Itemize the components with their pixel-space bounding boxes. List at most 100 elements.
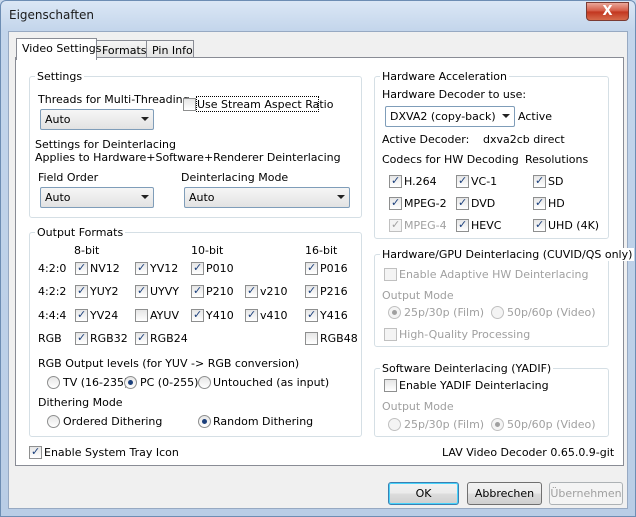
title-bar: Eigenschaften X — [1, 1, 635, 31]
field-order-label: Field Order — [38, 171, 99, 184]
rgb32-checkbox[interactable] — [75, 331, 88, 345]
mpeg4-checkbox[interactable] — [389, 218, 402, 232]
row-label-420: 4:2:0 — [38, 262, 67, 275]
sd-checkbox[interactable] — [533, 174, 546, 188]
h264-checkbox[interactable] — [389, 174, 402, 188]
rgb24-checkbox[interactable] — [135, 331, 148, 345]
y410-label: Y410 — [206, 309, 234, 322]
vc1-label: VC-1 — [471, 175, 498, 188]
hw-output-mode-label: Output Mode — [382, 289, 454, 302]
deinterlacing-subtitle: Applies to Hardware+Software+Renderer De… — [35, 151, 341, 164]
rgb24-label: RGB24 — [150, 332, 188, 345]
uyvy-label: UYVY — [150, 285, 180, 298]
aspect-ratio-label: Use Stream Aspect Ratio — [197, 98, 334, 111]
uhd-checkbox[interactable] — [533, 218, 546, 232]
pc-levels-radio[interactable] — [124, 376, 137, 389]
tab-video-settings[interactable]: Video Settings — [16, 38, 101, 60]
output-formats-title: Output Formats — [35, 226, 126, 239]
ordered-dithering-radio[interactable] — [47, 415, 60, 428]
dithering-mode-label: Dithering Mode — [38, 396, 123, 409]
tab-label: Pin Info — [152, 44, 193, 57]
random-dithering-radio[interactable] — [198, 415, 211, 428]
y416-checkbox[interactable] — [305, 308, 318, 322]
yv24-label: YV24 — [90, 309, 119, 322]
hw-50p-radio[interactable] — [491, 306, 504, 319]
rgb48-checkbox[interactable] — [305, 332, 318, 345]
close-button[interactable]: X — [586, 2, 629, 21]
window-title: Eigenschaften — [9, 8, 95, 22]
mpeg2-checkbox[interactable] — [389, 196, 402, 210]
tv-levels-radio[interactable] — [47, 376, 60, 389]
tv-levels-label: TV (16-235) — [63, 376, 129, 389]
uyvy-checkbox[interactable] — [135, 284, 148, 298]
active-decoder-label: Active Decoder: — [382, 133, 470, 146]
random-dithering-label: Random Dithering — [213, 415, 314, 428]
cancel-button[interactable]: Abbrechen — [467, 482, 542, 505]
v410-label: v410 — [260, 309, 288, 322]
untouched-levels-radio[interactable] — [198, 376, 211, 389]
ok-button[interactable]: OK — [388, 482, 459, 505]
ayuv-checkbox[interactable] — [135, 309, 148, 322]
hw-decoder-label: Hardware Decoder to use: — [382, 88, 527, 101]
row-label-rgb: RGB — [38, 332, 62, 345]
hw-deint-title: Hardware/GPU Deinterlacing (CUVID/QS onl… — [380, 248, 635, 261]
uhd-label: UHD (4K) — [548, 219, 600, 232]
sw-25p-radio[interactable] — [388, 418, 401, 431]
sw-50p-radio[interactable] — [491, 418, 504, 431]
apply-button[interactable]: Übernehmen — [549, 482, 623, 505]
yuy2-checkbox[interactable] — [75, 284, 88, 298]
v210-checkbox[interactable] — [245, 284, 258, 298]
hw-deint-enable-label: Enable Adaptive HW Deinterlacing — [399, 268, 589, 281]
chevron-down-icon — [502, 114, 510, 118]
chevron-down-icon — [337, 195, 345, 199]
chevron-down-icon — [141, 195, 149, 199]
p010-label: P010 — [206, 262, 234, 275]
untouched-levels-label: Untouched (as input) — [213, 376, 330, 389]
hevc-label: HEVC — [471, 219, 502, 232]
high-quality-checkbox[interactable] — [384, 328, 397, 341]
system-tray-label: Enable System Tray Icon — [44, 446, 179, 459]
sw-25p-label: 25p/30p (Film) — [404, 418, 485, 431]
vc1-checkbox[interactable] — [456, 174, 469, 188]
active-decoder-value: dxva2cb direct — [483, 133, 565, 146]
y410-checkbox[interactable] — [191, 308, 204, 322]
hd-checkbox[interactable] — [533, 196, 546, 210]
hw-25p-radio[interactable] — [388, 306, 401, 319]
threads-dropdown[interactable]: Auto — [40, 109, 154, 130]
yv24-checkbox[interactable] — [75, 308, 88, 322]
threads-value: Auto — [45, 113, 71, 126]
system-tray-checkbox[interactable] — [29, 445, 42, 459]
nv12-label: NV12 — [90, 262, 120, 275]
ordered-dithering-label: Ordered Dithering — [63, 415, 163, 428]
rgb32-label: RGB32 — [90, 332, 128, 345]
hw-accel-title: Hardware Acceleration — [380, 70, 509, 83]
dvd-checkbox[interactable] — [456, 196, 469, 210]
yv12-checkbox[interactable] — [135, 261, 148, 275]
high-quality-label: High-Quality Processing — [399, 328, 531, 341]
deinterlacing-mode-label: Deinterlacing Mode — [181, 171, 289, 184]
p010-checkbox[interactable] — [191, 261, 204, 275]
field-order-dropdown[interactable]: Auto — [40, 187, 154, 208]
yadif-enable-checkbox[interactable] — [384, 379, 397, 392]
hevc-checkbox[interactable] — [456, 218, 469, 232]
header-8bit: 8-bit — [74, 244, 100, 257]
v410-checkbox[interactable] — [245, 308, 258, 322]
p210-checkbox[interactable] — [191, 284, 204, 298]
deinterlacing-title: Settings for Deinterlacing — [35, 138, 176, 151]
p016-checkbox[interactable] — [305, 261, 318, 275]
hw-25p-label: 25p/30p (Film) — [404, 306, 485, 319]
settings-group-title: Settings — [35, 70, 85, 83]
nv12-checkbox[interactable] — [75, 261, 88, 275]
p210-label: P210 — [206, 285, 234, 298]
deinterlacing-mode-dropdown[interactable]: Auto — [184, 187, 350, 208]
hw-deint-enable-checkbox[interactable] — [384, 268, 397, 281]
hd-label: HD — [548, 197, 565, 210]
header-10bit: 10-bit — [191, 244, 224, 257]
hw-decoder-dropdown[interactable]: DXVA2 (copy-back) — [385, 106, 515, 127]
yadif-enable-label: Enable YADIF Deinterlacing — [399, 379, 549, 392]
aspect-ratio-checkbox[interactable] — [183, 98, 196, 111]
hw-50p-label: 50p/60p (Video) — [507, 306, 596, 319]
header-16bit: 16-bit — [305, 244, 338, 257]
p216-checkbox[interactable] — [305, 284, 318, 298]
tab-label: Formats — [102, 44, 147, 57]
